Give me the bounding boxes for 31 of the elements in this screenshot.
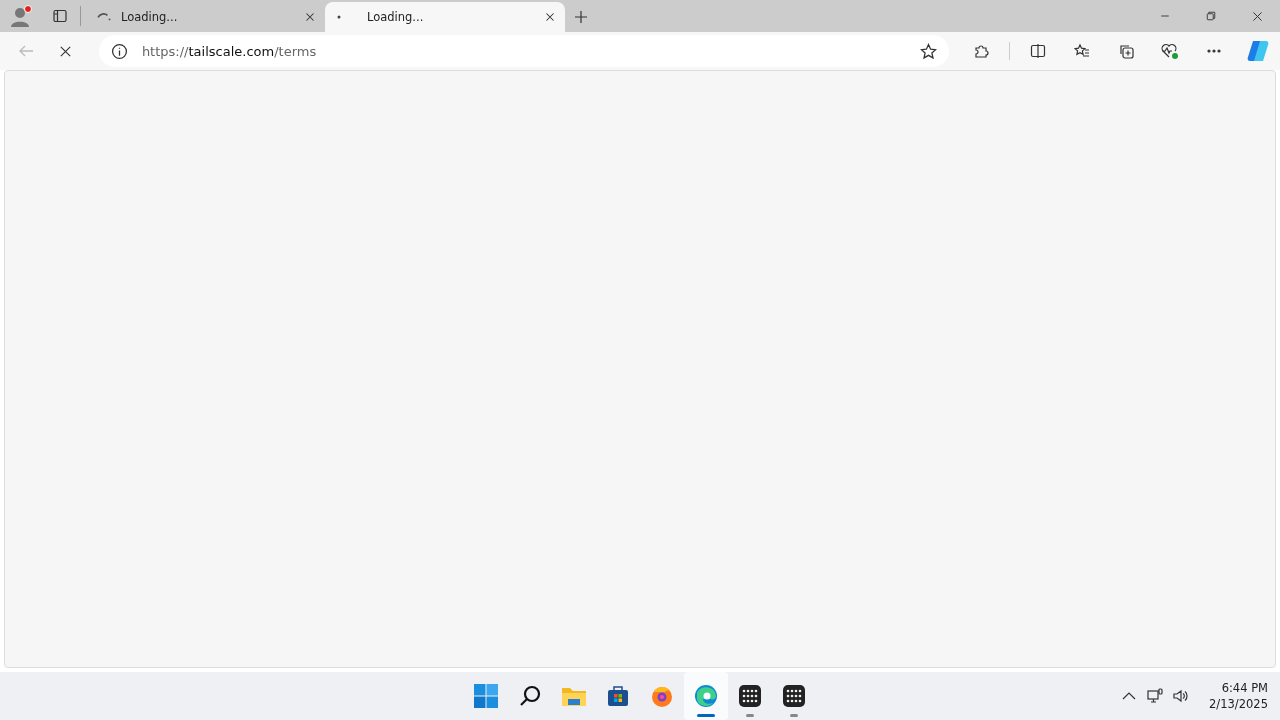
restore-icon[interactable]: [1205, 10, 1217, 22]
favorite-star-icon[interactable]: [920, 42, 937, 60]
address-bar[interactable]: https://tailscale.com/terms: [98, 35, 949, 67]
heart-pulse-icon[interactable]: [1161, 43, 1179, 59]
puzzle-piece-icon[interactable]: [973, 43, 989, 59]
close-window-icon[interactable]: [1250, 9, 1264, 23]
split-screen-icon[interactable]: [1030, 43, 1046, 59]
info-icon[interactable]: [110, 42, 128, 60]
windows-start-icon[interactable]: [474, 684, 498, 708]
speaker-volume-icon[interactable]: [1173, 688, 1190, 704]
browser-tab[interactable]: Loading...: [325, 2, 565, 32]
tab-actions-icon[interactable]: [52, 8, 68, 24]
tab-title: Loading...: [367, 10, 425, 24]
search-icon[interactable]: [518, 684, 542, 708]
app-grid-icon[interactable]: [739, 685, 761, 707]
app-grid-icon[interactable]: [783, 685, 805, 707]
favorites-list-icon[interactable]: [1074, 43, 1090, 59]
edge-browser-icon[interactable]: [694, 684, 718, 708]
folder-icon[interactable]: [561, 685, 587, 707]
browser-tab[interactable]: Loading...: [85, 2, 325, 32]
url-text: https://tailscale.com/terms: [141, 43, 318, 59]
firefox-icon[interactable]: [650, 684, 674, 708]
clock-time: 6:44 PM: [1221, 680, 1268, 696]
new-tab-plus-icon[interactable]: [573, 9, 589, 25]
network-monitor-icon[interactable]: [1147, 688, 1164, 704]
tab-title: Loading...: [121, 10, 179, 24]
clock-date: 2/13/2025: [1209, 696, 1268, 712]
profile-avatar-icon[interactable]: [10, 4, 34, 28]
copilot-icon[interactable]: [1246, 39, 1270, 63]
store-bag-icon[interactable]: [607, 685, 629, 707]
collections-icon[interactable]: [1118, 43, 1134, 59]
